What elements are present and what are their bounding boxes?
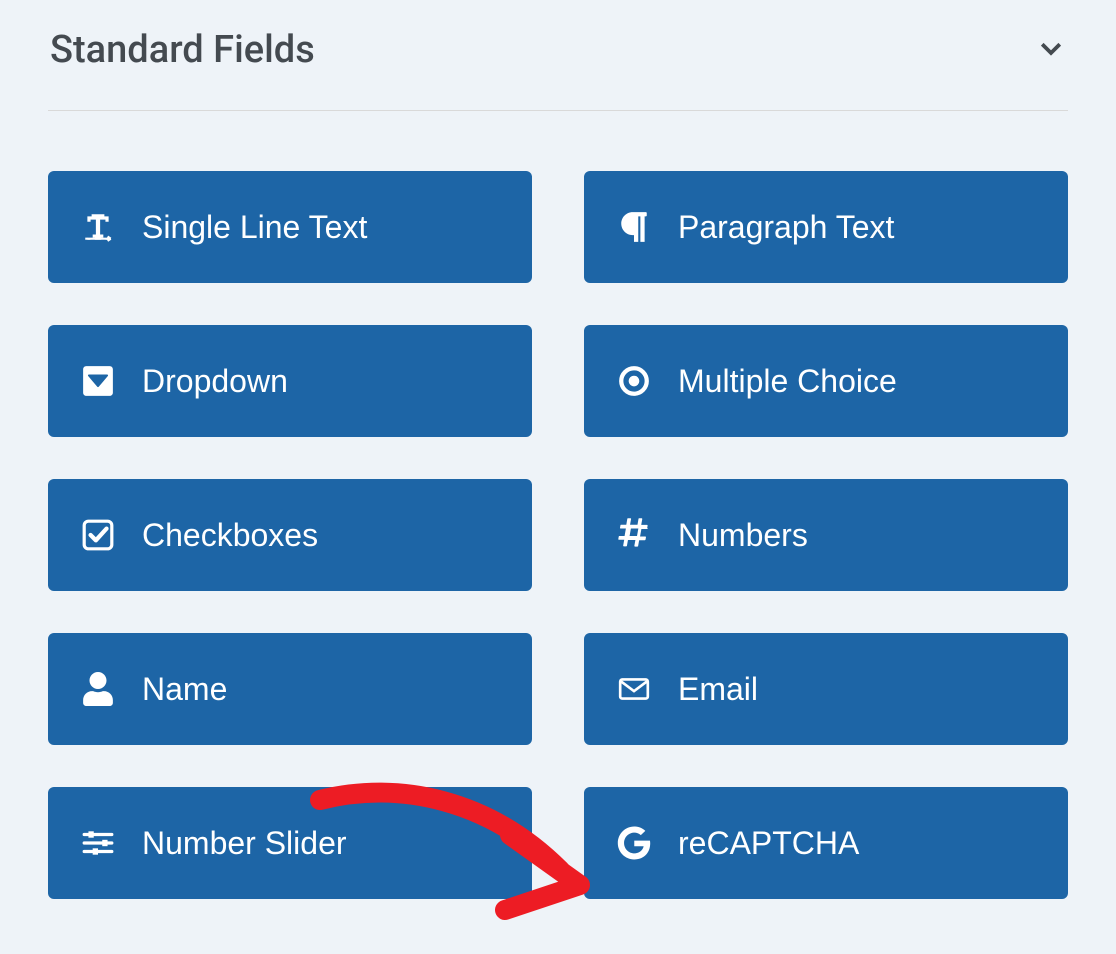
standard-fields-panel: Standard Fields Single Line Text Paragra… — [0, 0, 1116, 899]
field-multiple-choice[interactable]: Multiple Choice — [584, 325, 1068, 437]
field-label: Checkboxes — [142, 517, 318, 554]
hash-icon — [614, 518, 654, 552]
field-label: Paragraph Text — [678, 209, 894, 246]
field-label: Name — [142, 671, 227, 708]
field-number-slider[interactable]: Number Slider — [48, 787, 532, 899]
field-label: Numbers — [678, 517, 808, 554]
field-label: Single Line Text — [142, 209, 367, 246]
panel-title: Standard Fields — [50, 28, 315, 72]
field-name[interactable]: Name — [48, 633, 532, 745]
user-icon — [78, 672, 118, 706]
field-email[interactable]: Email — [584, 633, 1068, 745]
caret-square-down-icon — [78, 364, 118, 398]
text-cursor-icon — [78, 210, 118, 244]
field-label: Dropdown — [142, 363, 288, 400]
field-label: Email — [678, 671, 758, 708]
field-numbers[interactable]: Numbers — [584, 479, 1068, 591]
field-label: reCAPTCHA — [678, 825, 859, 862]
field-paragraph-text[interactable]: Paragraph Text — [584, 171, 1068, 283]
envelope-icon — [614, 672, 654, 706]
chevron-down-icon — [1036, 33, 1066, 67]
field-single-line-text[interactable]: Single Line Text — [48, 171, 532, 283]
field-recaptcha[interactable]: reCAPTCHA — [584, 787, 1068, 899]
paragraph-icon — [614, 210, 654, 244]
field-label: Number Slider — [142, 825, 347, 862]
fields-grid: Single Line Text Paragraph Text Dropdown… — [48, 171, 1068, 899]
google-g-icon — [614, 826, 654, 860]
panel-header[interactable]: Standard Fields — [48, 18, 1068, 111]
field-label: Multiple Choice — [678, 363, 897, 400]
sliders-icon — [78, 826, 118, 860]
field-checkboxes[interactable]: Checkboxes — [48, 479, 532, 591]
field-dropdown[interactable]: Dropdown — [48, 325, 532, 437]
radio-icon — [614, 364, 654, 398]
checkbox-icon — [78, 518, 118, 552]
